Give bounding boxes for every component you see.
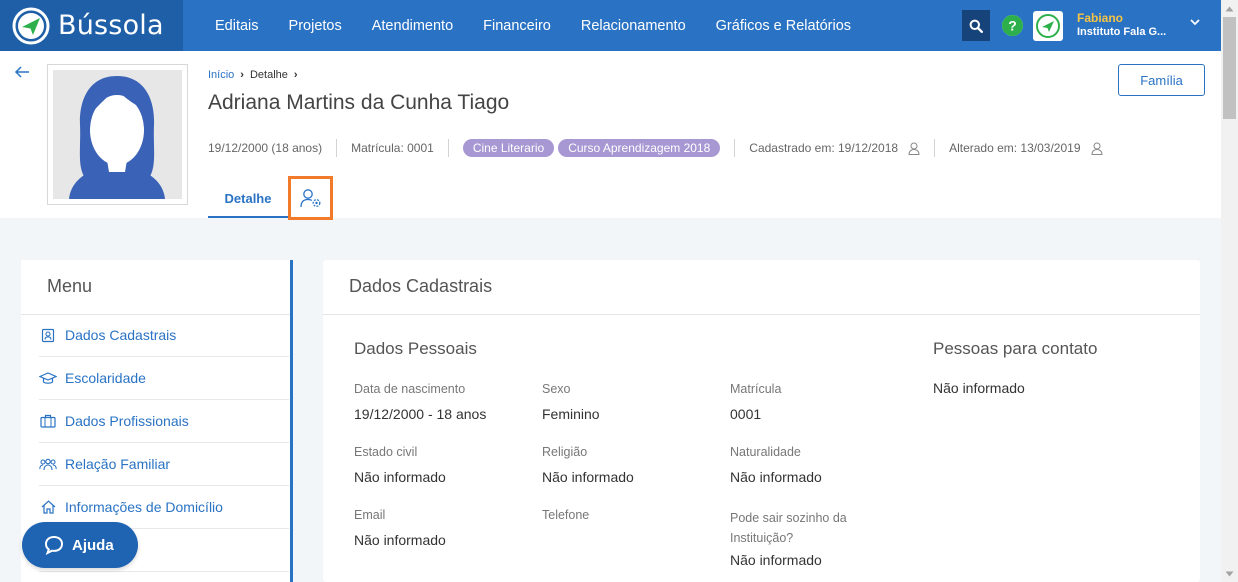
field-value-birth: 19/12/2000 - 18 anos [354, 406, 487, 422]
help-label: Ajuda [72, 536, 114, 554]
breadcrumb-current: Detalhe [249, 69, 288, 81]
avatar-placeholder [53, 70, 182, 199]
divider [447, 139, 449, 157]
back-arrow-icon[interactable] [13, 65, 31, 79]
field-value-enrollment: 0001 [730, 406, 762, 422]
profile-photo[interactable] [47, 64, 188, 205]
field-label-religion: Religião [542, 445, 588, 459]
field-label-phone: Telefone [542, 508, 590, 522]
menu-item-dados-profissionais[interactable]: Dados Profissionais [39, 400, 289, 443]
breadcrumb: Início › Detalhe › [208, 69, 298, 81]
scroll-thumb[interactable] [1223, 17, 1236, 119]
female-avatar-icon [69, 76, 165, 199]
briefcase-icon [39, 412, 57, 430]
menu-item-label: Informações de Domicílio [65, 499, 223, 515]
menu-item-label: Dados Profissionais [65, 413, 189, 429]
chevron-down-icon[interactable] [1189, 17, 1201, 27]
user-name[interactable]: Fabiano [1077, 11, 1123, 25]
field-value-sex: Feminino [542, 406, 600, 422]
divider [323, 314, 1200, 315]
nav-item-editais[interactable]: Editais [200, 18, 274, 34]
field-label-enrollment: Matrícula [730, 382, 782, 396]
nav-item-graficos[interactable]: Gráficos e Relatórios [701, 18, 866, 34]
chat-bubble-icon [44, 535, 64, 555]
profile-meta: 19/12/2000 (18 anos) Matrícula: 0001 Cin… [208, 139, 1103, 157]
field-label-birth: Data de nascimento [354, 382, 466, 396]
nav-item-projetos[interactable]: Projetos [274, 18, 357, 34]
nav-item-atendimento[interactable]: Atendimento [357, 18, 468, 34]
org-logo[interactable] [1033, 11, 1063, 41]
brand[interactable]: Bússola [0, 0, 183, 51]
main-nav: Editais Projetos Atendimento Financeiro … [200, 0, 866, 51]
id-card-icon [39, 326, 57, 344]
graduation-cap-icon [39, 369, 57, 387]
nav-item-relacionamento[interactable]: Relacionamento [566, 18, 701, 34]
field-label-civil: Estado civil [354, 445, 418, 459]
enrollment: Matrícula: 0001 [351, 141, 434, 155]
contacts-value: Não informado [933, 380, 1025, 396]
card-title: Dados Cadastrais [349, 276, 493, 296]
tab-user-settings[interactable] [288, 176, 333, 220]
menu-item-label: Escolaridade [65, 370, 146, 386]
field-value-origin: Não informado [730, 469, 822, 485]
scroll-up-arrow-icon[interactable] [1221, 0, 1238, 17]
field-value-email: Não informado [354, 532, 446, 548]
family-button[interactable]: Família [1118, 64, 1205, 96]
page-title: Adriana Martins da Cunha Tiago [208, 91, 510, 114]
menu-item-label: Relação Familiar [65, 456, 171, 472]
field-label-sex: Sexo [542, 382, 571, 396]
menu-item-label: Dados Cadastrais [65, 327, 177, 343]
personal-data-title: Dados Pessoais [354, 339, 477, 358]
tag-badge[interactable]: Curso Aprendizagem 2018 [558, 139, 721, 157]
field-label-leave-alone: Pode sair sozinho da Instituição? [730, 511, 847, 545]
question-icon: ? [1002, 15, 1023, 36]
family-icon [39, 455, 57, 473]
tag-badge[interactable]: Cine Literario [462, 139, 555, 157]
breadcrumb-home[interactable]: Início [208, 69, 234, 81]
field-value-religion: Não informado [542, 469, 634, 485]
user-icon[interactable] [908, 142, 920, 155]
created-date: Cadastrado em: 19/12/2018 [749, 141, 899, 155]
svg-text:?: ? [1008, 18, 1017, 34]
menu-item-escolaridade[interactable]: Escolaridade [39, 357, 289, 400]
nav-item-financeiro[interactable]: Financeiro [468, 18, 566, 34]
tab-detail[interactable]: Detalhe [208, 181, 288, 218]
contacts-title: Pessoas para contato [933, 339, 1098, 358]
breadcrumb-chevron-icon: › [293, 69, 298, 81]
user-settings-icon [299, 189, 320, 208]
brand-name: Bússola [58, 10, 164, 41]
registration-card: Dados Cadastrais Dados Pessoais Pessoas … [323, 260, 1200, 582]
breadcrumb-chevron-icon: › [240, 69, 244, 81]
page-scrollbar[interactable] [1221, 0, 1238, 582]
menu-title: Menu [47, 276, 93, 296]
profile-header: Início › Detalhe › Adriana Martins da Cu… [0, 51, 1221, 220]
user-icon[interactable] [1090, 142, 1103, 155]
field-label-email: Email [354, 508, 386, 522]
divider [336, 139, 338, 157]
divider [734, 139, 736, 157]
birth-date: 19/12/2000 (18 anos) [208, 141, 323, 155]
search-icon [969, 19, 983, 33]
divider [934, 139, 936, 157]
scroll-down-arrow-icon[interactable] [1221, 565, 1238, 582]
top-navbar: Bússola Editais Projetos Atendimento Fin… [0, 0, 1221, 51]
user-org[interactable]: Instituto Fala G... [1077, 26, 1166, 38]
menu-item-dados-cadastrais[interactable]: Dados Cadastrais [39, 314, 289, 357]
home-icon [39, 498, 57, 516]
field-value-civil: Não informado [354, 469, 446, 485]
help-chat-button[interactable]: Ajuda [22, 522, 138, 568]
search-button[interactable] [962, 10, 990, 41]
menu-item-relacao-familiar[interactable]: Relação Familiar [39, 443, 289, 486]
compass-logo-icon [12, 7, 50, 44]
org-compass-icon [1036, 14, 1060, 38]
field-value-leave-alone: Não informado [730, 552, 822, 568]
updated-date: Alterado em: 13/03/2019 [949, 141, 1081, 155]
field-label-origin: Naturalidade [730, 445, 801, 459]
help-button[interactable]: ? [1002, 15, 1023, 36]
